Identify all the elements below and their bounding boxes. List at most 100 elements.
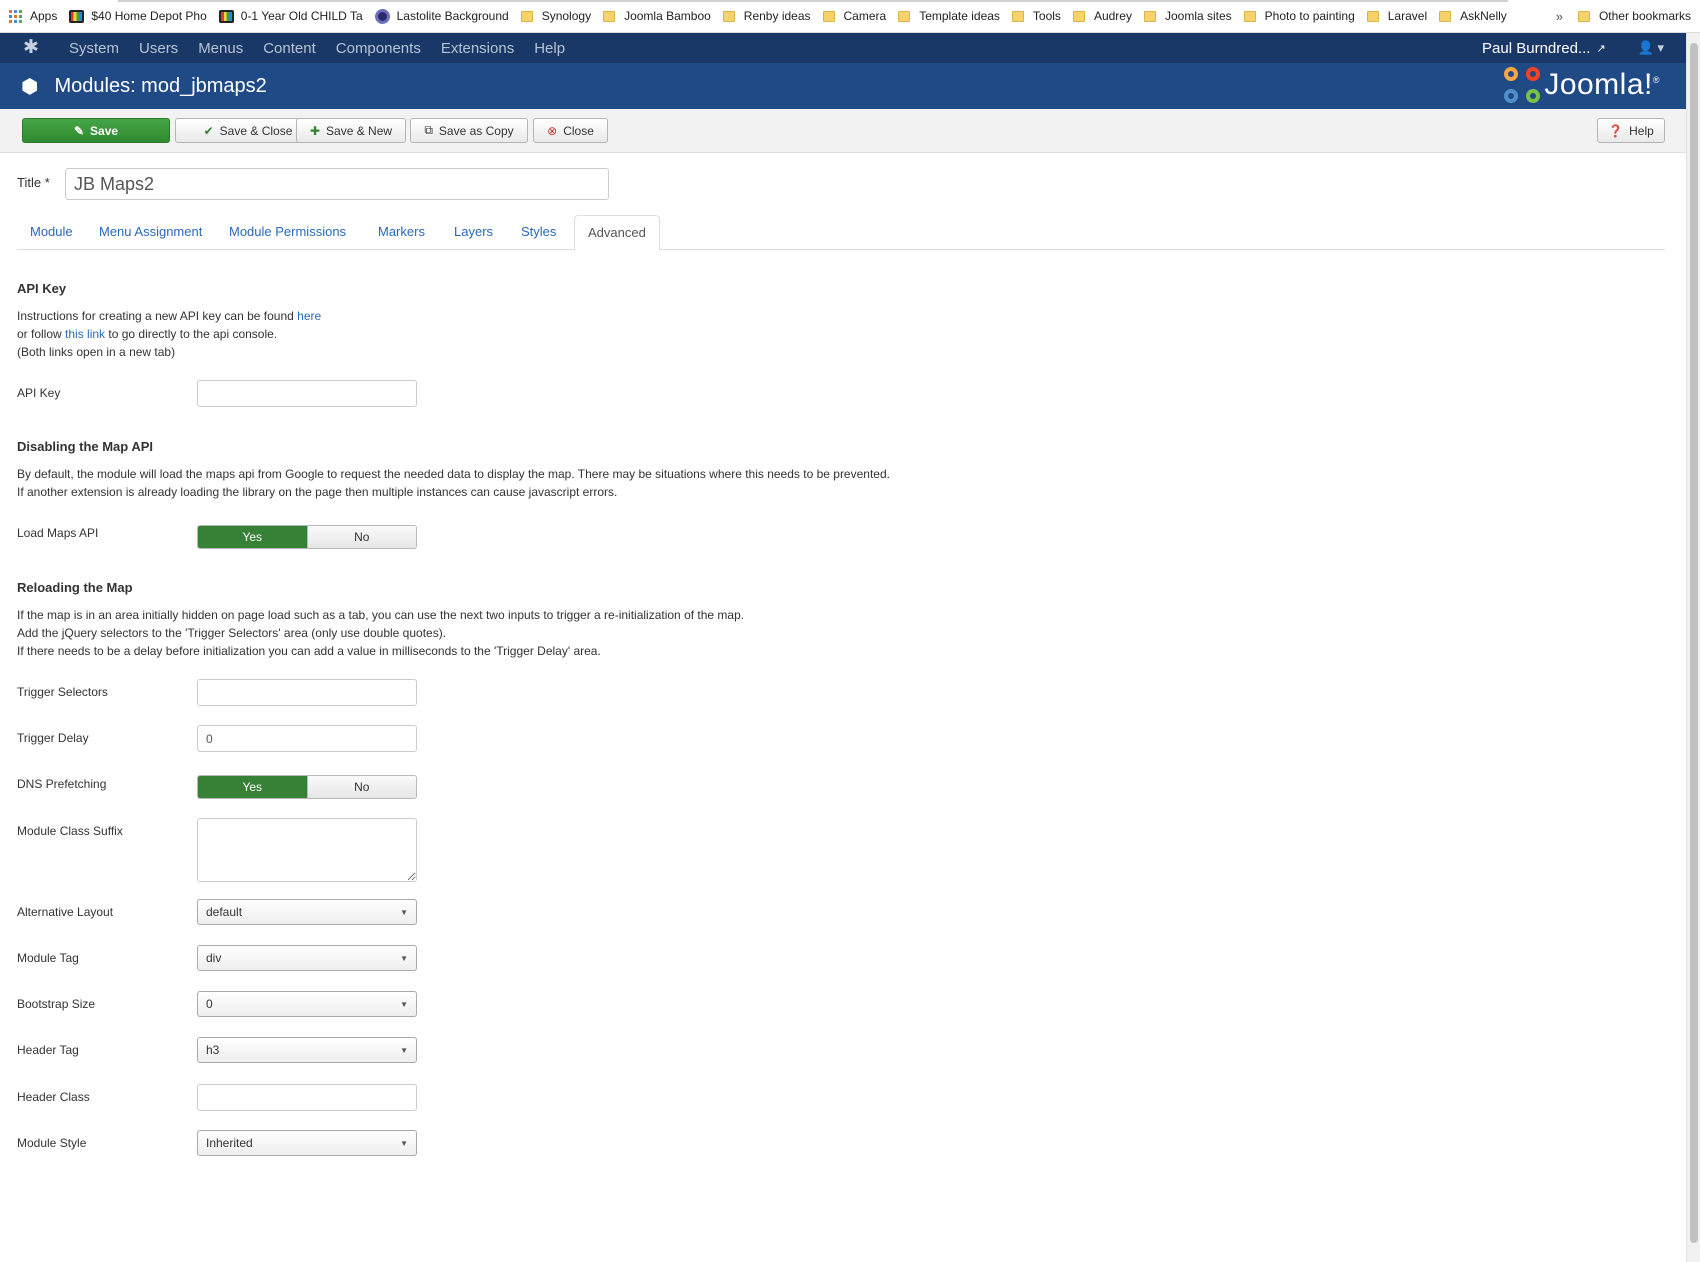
bookmark-folder[interactable]: Synology xyxy=(518,0,600,33)
apps-grid-icon xyxy=(9,9,22,23)
scrollbar-thumb[interactable] xyxy=(1690,43,1698,1243)
header-tag-select[interactable]: h3 ▼ xyxy=(197,1037,417,1063)
bookmark-label: Lastolite Background xyxy=(396,9,509,23)
module-style-select[interactable]: Inherited ▼ xyxy=(197,1130,417,1156)
bookmark-folder[interactable]: Tools xyxy=(1009,0,1070,33)
bookmark-folder[interactable]: Joomla Bamboo xyxy=(600,0,720,33)
nav-item-system[interactable]: System xyxy=(59,40,129,57)
module-style-label: Module Style xyxy=(17,1136,87,1150)
api-key-input[interactable] xyxy=(197,380,417,407)
folder-icon xyxy=(1072,10,1085,22)
cube-icon: ⬢ xyxy=(21,75,39,98)
tab-markers[interactable]: Markers xyxy=(365,215,438,250)
bookmark-folder[interactable]: Photo to painting xyxy=(1241,0,1364,33)
tab-layers[interactable]: Layers xyxy=(441,215,506,250)
bookmark-other[interactable]: Other bookmarks xyxy=(1575,0,1700,33)
nav-item-extensions[interactable]: Extensions xyxy=(431,40,524,57)
bookmark-folder[interactable]: Audrey xyxy=(1070,0,1141,33)
page-scrollbar[interactable] xyxy=(1686,33,1700,1262)
nav-item-help[interactable]: Help xyxy=(524,40,575,57)
folder-icon xyxy=(520,10,533,22)
bookmark-apps[interactable]: Apps xyxy=(6,0,66,33)
bookmark-label: Renby ideas xyxy=(743,9,811,23)
alternative-layout-value: default xyxy=(206,905,243,919)
save-copy-button[interactable]: ⧉ Save as Copy xyxy=(410,118,528,143)
module-tag-select[interactable]: div ▼ xyxy=(197,945,417,971)
nav-item-menus[interactable]: Menus xyxy=(188,40,253,57)
trigger-delay-input[interactable] xyxy=(197,725,417,752)
copy-icon: ⧉ xyxy=(424,123,433,137)
reload-map-line3: If there needs to be a delay before init… xyxy=(17,644,601,658)
tab-menu-assignment[interactable]: Menu Assignment xyxy=(86,215,215,250)
page-header: ⬢ Modules: mod_jbmaps2 Joomla!® xyxy=(0,63,1686,109)
header-tag-label: Header Tag xyxy=(17,1043,79,1057)
bookmark-label: Other bookmarks xyxy=(1598,9,1691,23)
api-instructions-line2: or follow this link to go directly to th… xyxy=(17,325,277,343)
title-input[interactable] xyxy=(65,168,609,200)
folder-icon xyxy=(822,10,835,22)
load-maps-api-no[interactable]: No xyxy=(306,526,416,548)
user-menu-icon[interactable]: 👤 ▾ xyxy=(1638,40,1664,56)
api-console-link[interactable]: this link xyxy=(65,327,105,341)
close-button[interactable]: ⊗ Close xyxy=(533,118,608,143)
tab-advanced[interactable]: Advanced xyxy=(574,215,660,251)
tab-strip-edge xyxy=(118,0,1508,2)
module-tag-value: div xyxy=(206,951,222,965)
bookmark-label: AskNelly xyxy=(1460,9,1507,23)
load-maps-api-toggle: Yes No xyxy=(197,525,417,549)
close-circle-icon: ⊗ xyxy=(547,123,558,138)
toolbar: ✎ Save ✔ Save & Close ✚ Save & New ⧉ Sav… xyxy=(0,109,1686,153)
user-site-link[interactable]: Paul Burndred... ↗ xyxy=(1482,40,1606,57)
bookmark-item[interactable]: $40 Home Depot Pho xyxy=(66,0,215,33)
external-link-icon: ↗ xyxy=(1596,42,1606,55)
joomla-logo-icon[interactable]: ✱ xyxy=(21,38,41,58)
load-maps-api-label: Load Maps API xyxy=(17,526,99,540)
bookmark-folder[interactable]: AskNelly xyxy=(1436,0,1516,33)
help-button[interactable]: ❓ Help xyxy=(1597,118,1665,143)
dns-prefetching-yes[interactable]: Yes xyxy=(198,776,307,798)
bootstrap-size-select[interactable]: 0 ▼ xyxy=(197,991,417,1017)
reload-map-line2: Add the jQuery selectors to the 'Trigger… xyxy=(17,626,447,640)
tab-module-permissions[interactable]: Module Permissions xyxy=(216,215,359,250)
bookmark-item[interactable]: 0-1 Year Old CHILD Ta xyxy=(216,0,372,33)
dropdown-arrow-icon: ▼ xyxy=(400,999,408,1009)
module-class-suffix-textarea[interactable] xyxy=(197,818,417,882)
tab-styles[interactable]: Styles xyxy=(508,215,569,250)
help-label: Help xyxy=(1629,123,1654,138)
api-here-link[interactable]: here xyxy=(297,309,321,323)
save-new-button[interactable]: ✚ Save & New xyxy=(296,118,406,143)
nav-item-users[interactable]: Users xyxy=(129,40,188,57)
bookmark-label: Synology xyxy=(541,9,592,23)
bookmarks-overflow-button[interactable]: » xyxy=(1544,9,1575,24)
disable-api-heading: Disabling the Map API xyxy=(17,439,154,454)
bookmark-label: Photo to painting xyxy=(1264,9,1355,23)
alternative-layout-select[interactable]: default ▼ xyxy=(197,899,417,925)
bookmark-label: Apps xyxy=(30,9,58,23)
load-maps-api-yes[interactable]: Yes xyxy=(198,526,307,548)
header-class-input[interactable] xyxy=(197,1084,417,1111)
bookmark-folder[interactable]: Template ideas xyxy=(895,0,1009,33)
nav-item-content[interactable]: Content xyxy=(253,40,326,57)
save-button[interactable]: ✎ Save xyxy=(22,118,170,143)
dns-prefetching-toggle: Yes No xyxy=(197,775,417,799)
bootstrap-size-label: Bootstrap Size xyxy=(17,997,96,1011)
bookmarks-bar: Apps $40 Home Depot Pho 0-1 Year Old CHI… xyxy=(0,0,1700,33)
site-favicon-icon xyxy=(218,9,234,23)
api-follow-text: or follow xyxy=(17,327,66,341)
folder-icon xyxy=(1439,10,1452,22)
bookmark-folder[interactable]: Joomla sites xyxy=(1141,0,1241,33)
joomla-brand-icon xyxy=(1504,67,1541,103)
dns-prefetching-no[interactable]: No xyxy=(306,776,416,798)
bookmark-item[interactable]: Lastolite Background xyxy=(372,0,518,33)
trigger-selectors-input[interactable] xyxy=(197,679,417,706)
bookmark-folder[interactable]: Renby ideas xyxy=(720,0,820,33)
bookmark-label: Joomla Bamboo xyxy=(624,9,711,23)
api-instructions-text: Instructions for creating a new API key … xyxy=(17,309,298,323)
folder-icon xyxy=(722,10,735,22)
bookmark-label: Template ideas xyxy=(919,9,1000,23)
page-title: Modules: mod_jbmaps2 xyxy=(54,74,267,97)
tab-module[interactable]: Module xyxy=(17,215,86,250)
nav-item-components[interactable]: Components xyxy=(326,40,431,57)
bookmark-folder[interactable]: Laravel xyxy=(1364,0,1436,33)
bookmark-folder[interactable]: Camera xyxy=(820,0,896,33)
